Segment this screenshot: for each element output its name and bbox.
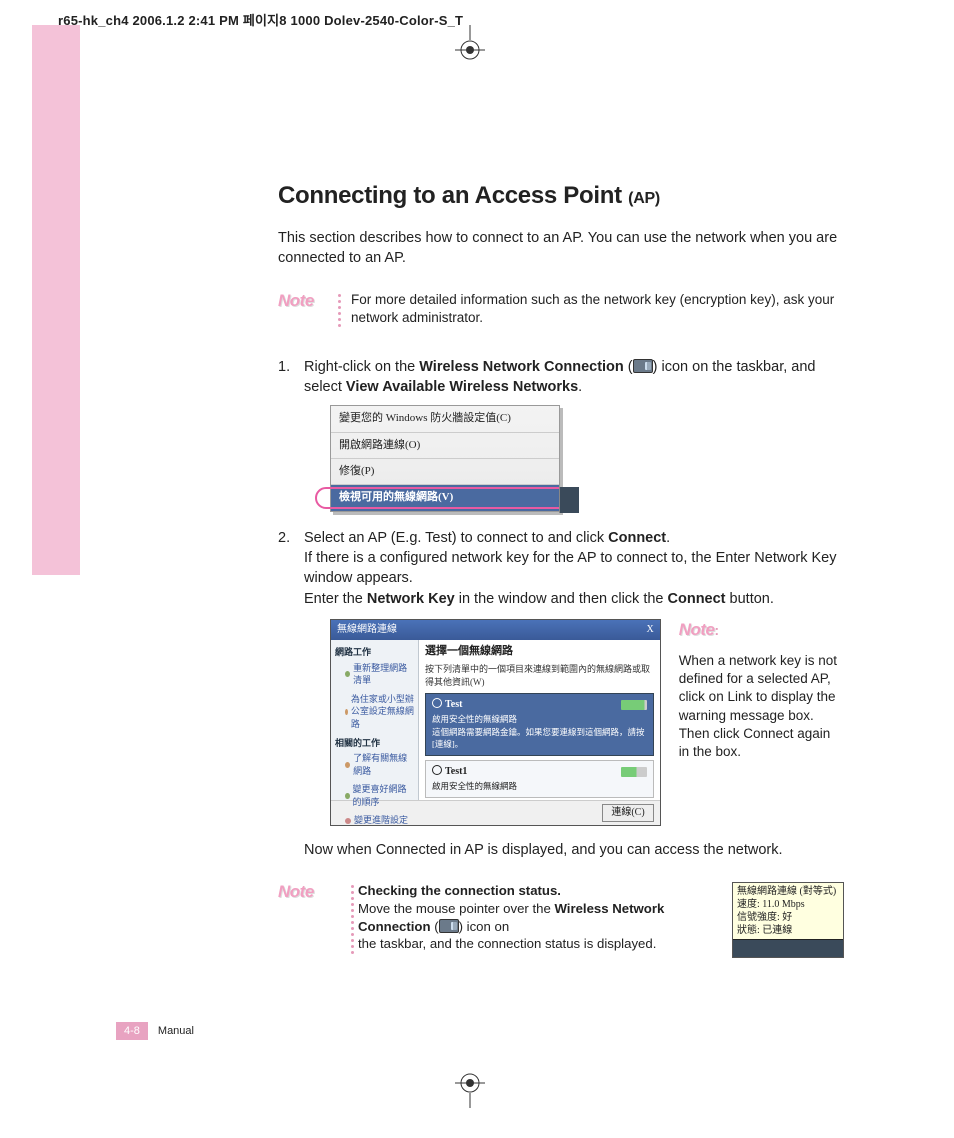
step-1: 1. Right-click on the Wireless Network C…	[278, 357, 844, 512]
menu-item[interactable]: 變更您的 Windows 防火牆設定值(C)	[331, 406, 559, 432]
signal-icon	[621, 700, 647, 710]
note-icon: Note	[278, 882, 314, 901]
t: If there is a configured network key for…	[304, 550, 837, 586]
t: Wireless Network Connection	[419, 359, 624, 375]
t: Right-click on the	[304, 359, 419, 375]
side-note-text: When a network key is not defined for a …	[679, 652, 844, 761]
t: .	[666, 530, 670, 546]
t: in the window and then click the	[455, 591, 668, 607]
side-note: Note: When a network key is not defined …	[679, 619, 844, 761]
dialog-subtext: 按下列清單中的一個項目來連線到範圍內的無線網路或取得其他資訊(W)	[425, 663, 654, 688]
taskbar-tray	[733, 939, 843, 957]
dialog-titlebar: 無線網路連線 X	[331, 620, 660, 640]
after-text: Now when Connected in AP is displayed, a…	[304, 842, 844, 858]
signal-icon	[621, 767, 647, 777]
t: Enter the	[304, 591, 367, 607]
t: ) icon on	[459, 919, 510, 934]
menu-item[interactable]: 開啟網路連線(O)	[331, 433, 559, 459]
dialog-title: 無線網路連線	[337, 623, 397, 637]
crop-mark-top	[440, 25, 500, 65]
t: the taskbar, and the connection status i…	[358, 936, 656, 951]
tooltip-line: 狀態: 已連線	[737, 924, 839, 937]
connect-button[interactable]: 連線(C)	[602, 804, 653, 822]
sidebar-link[interactable]: 變更進階設定	[345, 814, 414, 827]
sidebar-link[interactable]: 了解有關無線網路	[345, 752, 414, 777]
sidebar-link[interactable]: 重新整理網路清單	[345, 662, 414, 687]
t: View Available Wireless Networks	[346, 379, 578, 395]
close-icon[interactable]: X	[646, 623, 653, 637]
note-text: For more detailed information such as th…	[345, 291, 844, 327]
taskbar-corner	[559, 487, 579, 513]
step-2: 2. Select an AP (E.g. Test) to connect t…	[278, 528, 844, 826]
tooltip-line: 無線網路連線 (對等式)	[737, 885, 839, 898]
menu-item[interactable]: 修復(P)	[331, 459, 559, 485]
ap-name: Test1	[445, 766, 467, 777]
dots-divider	[333, 291, 345, 329]
t: Connect	[668, 591, 726, 607]
page-number: 4-8	[116, 1022, 148, 1040]
wireless-icon	[633, 359, 653, 373]
t: Select an AP (E.g. Test) to connect to a…	[304, 530, 608, 546]
footer-label: Manual	[158, 1025, 194, 1037]
wireless-icon	[439, 919, 459, 933]
tooltip-line: 信號強度: 好	[737, 911, 839, 924]
dots: :	[714, 623, 721, 638]
menu-item-highlighted[interactable]: 檢視可用的無線網路(V)	[331, 485, 559, 510]
t: Checking the connection status.	[358, 883, 561, 898]
t: .	[578, 379, 582, 395]
page-footer: 4-8 Manual	[116, 1022, 194, 1040]
dialog-main: 選擇一個無線網路 按下列清單中的一個項目來連線到範圍內的無線網路或取得其他資訊(…	[419, 640, 660, 800]
radio-icon	[432, 765, 442, 775]
title-main: Connecting to an Access Point	[278, 182, 622, 209]
sidebar-link[interactable]: 為住家或小型辦公室設定無線網路	[345, 693, 414, 731]
step-number: 1.	[278, 357, 290, 377]
t: (	[431, 919, 439, 934]
t: button.	[726, 591, 774, 607]
intro-text: This section describes how to connect to…	[278, 228, 844, 269]
note-block-3: Note Checking the connection status. Mov…	[278, 882, 844, 958]
ap-desc: 啟用安全性的無線網路	[432, 714, 647, 726]
t: (	[624, 359, 633, 375]
radio-icon	[432, 698, 442, 708]
sidebar-heading: 相關的工作	[335, 737, 414, 750]
sidebar-heading: 網路工作	[335, 646, 414, 659]
ap-desc: 啟用安全性的無線網路	[432, 781, 647, 793]
ap-item-selected[interactable]: Test 啟用安全性的無線網路 這個網路需要網路金鑰。如果您要連線到這個網路，請…	[425, 693, 654, 757]
doc-header: r65-hk_ch4 2006.1.2 2:41 PM 페이지8 1000 Do…	[58, 10, 463, 29]
tooltip-line: 速度: 11.0 Mbps	[737, 898, 839, 911]
note-icon: Note	[278, 291, 333, 311]
sidebar-link[interactable]: 變更喜好網路的順序	[345, 783, 414, 808]
ap-item[interactable]: Test1 啟用安全性的無線網路	[425, 760, 654, 798]
status-tooltip: 無線網路連線 (對等式) 速度: 11.0 Mbps 信號強度: 好 狀態: 已…	[732, 882, 844, 958]
context-menu-figure: 變更您的 Windows 防火牆設定值(C) 開啟網路連線(O) 修復(P) 檢…	[330, 405, 560, 512]
t: Connect	[608, 530, 666, 546]
wireless-dialog-figure: 無線網路連線 X 網路工作 重新整理網路清單 為住家或小型辦公室設定無線網路 相…	[330, 619, 661, 826]
note-icon: Note	[679, 620, 715, 639]
crop-mark-bottom	[440, 1068, 500, 1108]
dialog-sidebar: 網路工作 重新整理網路清單 為住家或小型辦公室設定無線網路 相關的工作 了解有關…	[331, 640, 419, 800]
ap-name: Test	[445, 699, 462, 710]
t: Network Key	[367, 591, 455, 607]
title-sub: (AP)	[628, 190, 660, 207]
step-number: 2.	[278, 528, 290, 548]
page-title: Connecting to an Access Point (AP)	[278, 182, 844, 210]
margin-tab	[32, 25, 80, 575]
note-block-1: Note For more detailed information such …	[278, 291, 844, 329]
ap-desc: 這個網路需要網路金鑰。如果您要連線到這個網路，請按 [連線]。	[432, 727, 647, 751]
dots-divider	[346, 882, 358, 956]
t: Move the mouse pointer over the	[358, 901, 554, 916]
dialog-heading: 選擇一個無線網路	[425, 644, 654, 659]
